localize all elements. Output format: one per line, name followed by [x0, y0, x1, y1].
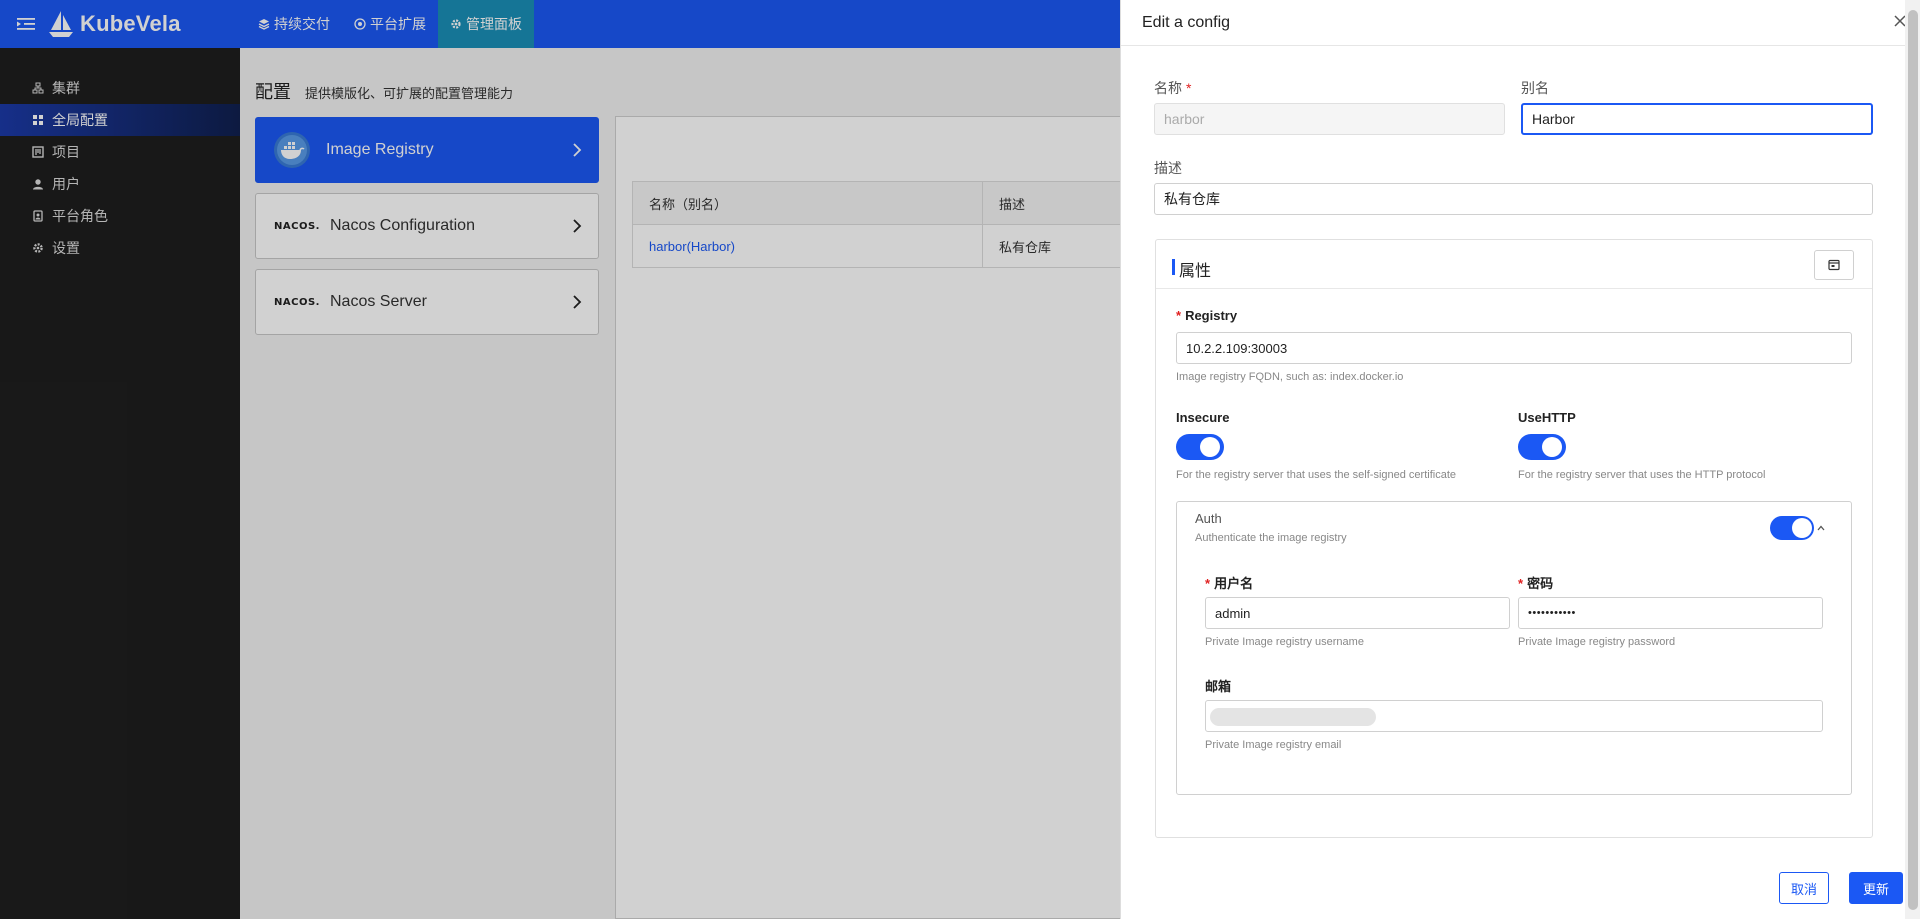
modal-overlay[interactable]: [0, 0, 1120, 919]
usehttp-help: For the registry server that uses the HT…: [1518, 469, 1766, 481]
cancel-button[interactable]: 取消: [1779, 872, 1829, 904]
usehttp-label: UseHTTP: [1518, 410, 1576, 425]
chevron-up-icon[interactable]: [1817, 525, 1825, 531]
alias-label: 别名: [1521, 80, 1549, 96]
email-input[interactable]: [1205, 700, 1823, 732]
auth-title: Auth: [1195, 511, 1222, 526]
drawer-title: Edit a config: [1142, 13, 1231, 31]
auth-group: Auth Authenticate the image registry * 用户…: [1176, 501, 1852, 795]
code-view-icon: [1828, 259, 1840, 271]
toggle-knob: [1542, 437, 1562, 457]
registry-label: * Registry: [1176, 308, 1237, 323]
required-mark: *: [1186, 80, 1192, 96]
properties-title: 属性: [1179, 263, 1212, 280]
required-mark: *: [1518, 576, 1524, 591]
insecure-toggle[interactable]: [1176, 434, 1224, 460]
toggle-editor-button[interactable]: [1814, 250, 1854, 280]
email-help: Private Image registry email: [1205, 739, 1342, 751]
registry-label-text: Registry: [1185, 308, 1238, 323]
properties-section: 属性 * Registry 10.2.2.109:30003 Image regi…: [1155, 239, 1873, 838]
password-label-text: 密码: [1527, 576, 1554, 591]
description-label: 描述: [1154, 160, 1182, 176]
loading-placeholder: [1210, 708, 1376, 726]
name-input[interactable]: harbor: [1154, 103, 1505, 135]
drawer-header: Edit a config: [1121, 0, 1920, 46]
registry-help: Image registry FQDN, such as: index.dock…: [1176, 371, 1404, 383]
auth-toggle[interactable]: [1770, 516, 1814, 540]
auth-subtitle: Authenticate the image registry: [1195, 532, 1347, 544]
usehttp-toggle[interactable]: [1518, 434, 1566, 460]
update-button[interactable]: 更新: [1849, 872, 1903, 904]
username-label-text: 用户名: [1214, 576, 1254, 591]
registry-input[interactable]: 10.2.2.109:30003: [1176, 332, 1852, 364]
username-input[interactable]: admin: [1205, 597, 1510, 629]
alias-input[interactable]: Harbor: [1521, 103, 1873, 135]
section-accent-bar: [1172, 259, 1175, 275]
username-label: * 用户名: [1205, 573, 1253, 592]
password-input[interactable]: •••••••••••: [1518, 597, 1823, 629]
email-label: 邮箱: [1205, 679, 1232, 694]
name-label: 名称 *: [1154, 78, 1191, 98]
properties-section-header: 属性: [1156, 240, 1872, 289]
insecure-help: For the registry server that uses the se…: [1176, 469, 1457, 481]
username-help: Private Image registry username: [1205, 636, 1364, 648]
toggle-knob: [1792, 518, 1812, 538]
toggle-knob: [1200, 437, 1220, 457]
required-mark: *: [1176, 308, 1182, 323]
name-label-text: 名称: [1154, 80, 1182, 96]
password-help: Private Image registry password: [1518, 636, 1676, 648]
edit-config-drawer: Edit a config 名称 * harbor 别名 Harbor 描述 私有…: [1120, 0, 1920, 919]
scrollbar-thumb[interactable]: [1908, 10, 1918, 910]
description-input[interactable]: 私有仓库: [1154, 183, 1873, 215]
password-label: * 密码: [1518, 573, 1553, 592]
required-mark: *: [1205, 576, 1211, 591]
insecure-label: Insecure: [1176, 410, 1230, 425]
